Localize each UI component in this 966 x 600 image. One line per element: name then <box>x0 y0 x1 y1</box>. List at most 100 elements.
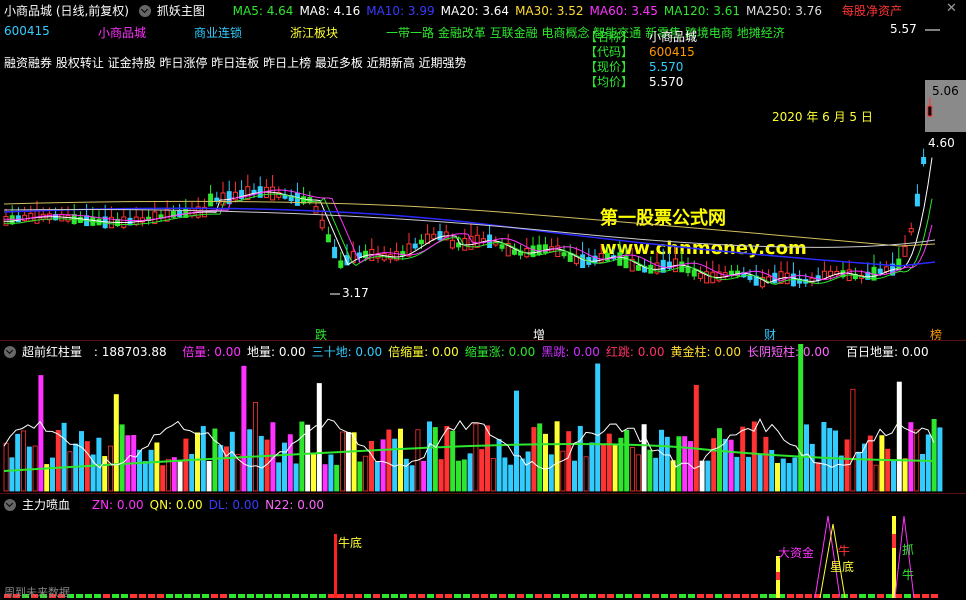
signal-bar <box>130 594 137 598</box>
volume-bar <box>9 457 15 492</box>
candle-body <box>356 252 362 258</box>
volume-bar <box>293 463 299 492</box>
volume-bar <box>867 435 873 492</box>
candle-body <box>431 233 437 240</box>
volume-bar <box>432 427 438 492</box>
mark-dazijin: 大资金 <box>778 546 815 560</box>
candle-body <box>59 213 65 222</box>
volume-bar <box>363 455 369 492</box>
volume-bar <box>305 424 311 492</box>
signal-bar <box>904 594 911 598</box>
volume-bar <box>722 438 728 492</box>
signal-bar <box>625 594 632 598</box>
candle-body <box>270 186 276 201</box>
signal-bar <box>400 594 407 598</box>
signal-bar <box>589 594 596 598</box>
volume-bar <box>531 427 537 492</box>
volume-bar <box>183 438 189 492</box>
volume-bar <box>380 439 386 492</box>
signal-bar <box>202 594 209 598</box>
signal-bar <box>292 594 299 598</box>
volume-bar <box>177 461 183 492</box>
volume-bar <box>792 457 798 492</box>
signal-bar <box>670 594 677 598</box>
volume-bar <box>281 442 287 492</box>
volume-bar <box>554 421 560 492</box>
volume-bar <box>61 422 67 492</box>
volume-bar <box>50 457 56 492</box>
signal-bar <box>76 594 83 598</box>
volume-bar <box>218 444 224 492</box>
volume-bar <box>171 457 177 492</box>
volume-bar <box>351 432 357 492</box>
signal-bar <box>526 594 533 598</box>
signal-bar <box>175 594 182 598</box>
volume-bar <box>334 464 340 492</box>
candle-body <box>542 244 548 254</box>
volume-bar <box>345 431 351 492</box>
volume-bar <box>751 421 757 492</box>
volume-bar <box>397 428 403 492</box>
volume-bar <box>757 454 763 492</box>
candle-body <box>313 206 319 214</box>
signal-bar <box>832 594 839 598</box>
volume-bar <box>165 458 171 492</box>
volume-bar <box>444 425 450 492</box>
volume-bar <box>827 428 833 492</box>
volume-bar <box>339 431 345 492</box>
mark-niu-red: 牛 <box>838 544 851 558</box>
volume-bar <box>589 442 595 492</box>
volume-bar <box>717 428 723 492</box>
volume-bar <box>310 454 316 492</box>
volume-bar <box>484 425 490 492</box>
volume-bar <box>618 437 624 492</box>
signal-bar <box>769 594 776 598</box>
volume-bar <box>450 430 456 492</box>
volume-bar <box>3 442 9 492</box>
volume-bar <box>838 455 844 492</box>
signal-bar <box>229 594 236 598</box>
candle-body <box>902 246 908 257</box>
signal-bar <box>454 594 461 598</box>
volume-bar <box>258 435 264 492</box>
signal-bar <box>706 594 713 598</box>
signal-bar <box>517 594 524 598</box>
volume-bar <box>154 442 160 492</box>
volume-bar <box>136 449 142 492</box>
signal-bar <box>508 594 515 598</box>
volume-bar <box>496 439 502 492</box>
signal-bar <box>796 594 803 598</box>
volume-bar <box>769 449 775 492</box>
signal-bar <box>571 594 578 598</box>
volume-bar <box>316 383 322 492</box>
candle-body <box>580 254 586 269</box>
signal-bar <box>346 594 353 598</box>
signal-bar <box>922 594 929 598</box>
volume-bar <box>142 461 148 492</box>
volume-bar <box>461 459 467 492</box>
volume-bar <box>479 449 485 492</box>
signal-bar <box>265 594 272 598</box>
signal-bar <box>544 594 551 598</box>
signal-bar <box>724 594 731 598</box>
volume-bar <box>833 430 839 492</box>
volume-bar <box>455 460 461 492</box>
signal-bar <box>427 594 434 598</box>
volume-bar <box>374 461 380 492</box>
signal-bar <box>616 594 623 598</box>
signal-bar <box>562 594 569 598</box>
signal-bar <box>868 594 875 598</box>
signal-bar <box>328 594 335 598</box>
signal-spike <box>892 534 896 548</box>
signal-bar <box>580 594 587 598</box>
signal-bar <box>490 594 497 598</box>
signal-bar <box>436 594 443 598</box>
signal-bar <box>220 594 227 598</box>
candle-body <box>536 244 542 255</box>
volume-bar <box>815 462 821 492</box>
candle-body <box>691 269 697 277</box>
signal-bar <box>472 594 479 598</box>
footer-label: 周到未来数据 <box>4 586 70 599</box>
mark-niu-green: 牛 <box>902 568 915 582</box>
volume-bar <box>287 434 293 492</box>
